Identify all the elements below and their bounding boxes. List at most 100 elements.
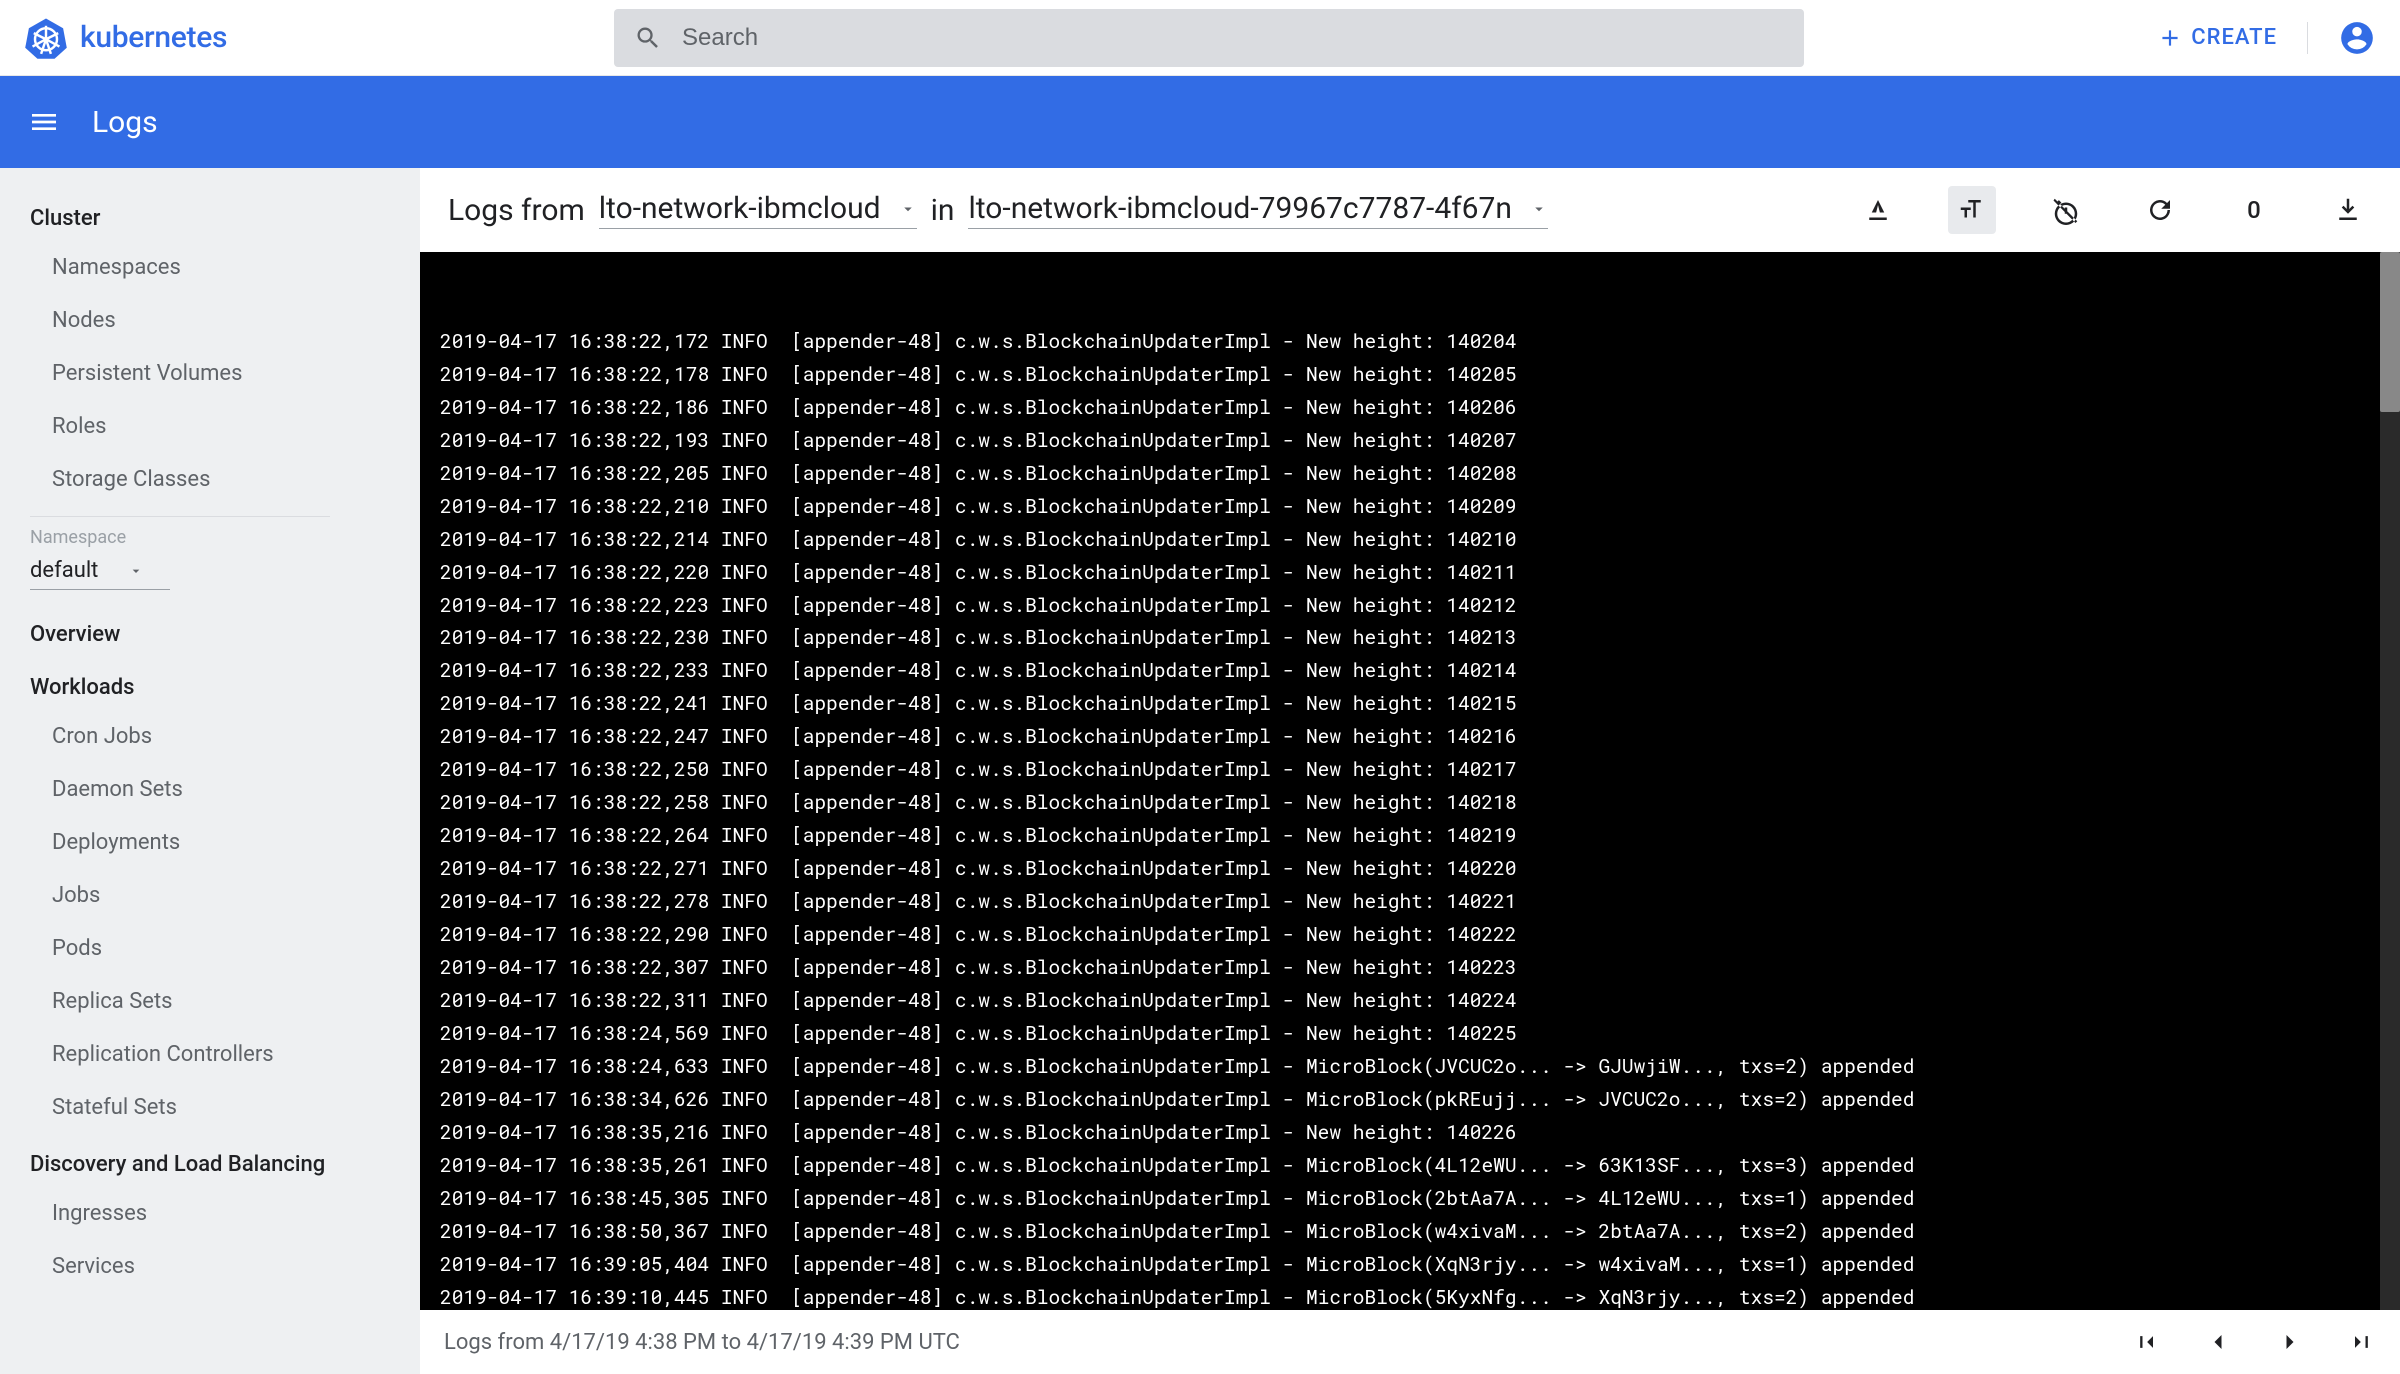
previous-count[interactable]: 0	[2230, 186, 2278, 234]
sidebar-item-daemon-sets[interactable]: Daemon Sets	[0, 763, 420, 816]
log-line: 2019-04-17 16:38:22,233 INFO [appender-4…	[440, 655, 2380, 688]
sidebar-item-nodes[interactable]: Nodes	[0, 294, 420, 347]
create-label: CREATE	[2191, 25, 2277, 50]
sidebar-item-services[interactable]: Services	[0, 1240, 420, 1293]
logs-from-label: Logs from	[448, 193, 585, 228]
log-line: 2019-04-17 16:38:24,633 INFO [appender-4…	[440, 1051, 2380, 1084]
log-line: 2019-04-17 16:38:22,258 INFO [appender-4…	[440, 787, 2380, 820]
container-value: lto-network-ibmcloud	[599, 191, 881, 226]
log-line: 2019-04-17 16:38:22,223 INFO [appender-4…	[440, 590, 2380, 623]
container-select[interactable]: lto-network-ibmcloud	[599, 191, 917, 229]
download-button[interactable]	[2324, 186, 2372, 234]
logs-footer: Logs from 4/17/19 4:38 PM to 4/17/19 4:3…	[420, 1310, 2400, 1374]
chevron-down-icon	[899, 200, 917, 218]
logs-toolbar: Logs from lto-network-ibmcloud in lto-ne…	[420, 168, 2400, 252]
log-line: 2019-04-17 16:38:24,569 INFO [appender-4…	[440, 1018, 2380, 1051]
time-range: Logs from 4/17/19 4:38 PM to 4/17/19 4:3…	[444, 1330, 960, 1355]
logs-in-label: in	[931, 193, 955, 228]
sidebar-overview[interactable]: Overview	[0, 604, 420, 657]
log-line: 2019-04-17 16:38:22,241 INFO [appender-4…	[440, 688, 2380, 721]
sidebar-item-stateful-sets[interactable]: Stateful Sets	[0, 1081, 420, 1134]
sidebar: Cluster NamespacesNodesPersistent Volume…	[0, 168, 420, 1374]
log-line: 2019-04-17 16:38:22,230 INFO [appender-4…	[440, 622, 2380, 655]
sidebar-item-replica-sets[interactable]: Replica Sets	[0, 975, 420, 1028]
underline	[30, 589, 170, 590]
font-size-button[interactable]	[1948, 186, 1996, 234]
next-page-button[interactable]	[2276, 1328, 2304, 1356]
sidebar-header-discovery[interactable]: Discovery and Load Balancing	[0, 1134, 420, 1187]
log-line: 2019-04-17 16:38:34,626 INFO [appender-4…	[440, 1084, 2380, 1117]
log-line: 2019-04-17 16:38:22,307 INFO [appender-4…	[440, 952, 2380, 985]
log-line: 2019-04-17 16:38:22,210 INFO [appender-4…	[440, 491, 2380, 524]
create-button[interactable]: CREATE	[2157, 25, 2277, 51]
log-line: 2019-04-17 16:38:22,311 INFO [appender-4…	[440, 985, 2380, 1018]
sidebar-item-roles[interactable]: Roles	[0, 400, 420, 453]
pod-select[interactable]: lto-network-ibmcloud-79967c7787-4f67n	[968, 191, 1547, 229]
sidebar-item-ingresses[interactable]: Ingresses	[0, 1187, 420, 1240]
prev-page-button[interactable]	[2204, 1328, 2232, 1356]
log-line: 2019-04-17 16:38:50,367 INFO [appender-4…	[440, 1216, 2380, 1249]
sidebar-header-cluster[interactable]: Cluster	[0, 188, 420, 241]
vertical-divider	[2307, 22, 2308, 54]
sidebar-item-namespaces[interactable]: Namespaces	[0, 241, 420, 294]
log-line: 2019-04-17 16:38:22,290 INFO [appender-4…	[440, 919, 2380, 952]
menu-icon[interactable]	[28, 106, 60, 138]
scrollbar-thumb[interactable]	[2380, 252, 2400, 412]
page-title: Logs	[92, 105, 158, 140]
log-line: 2019-04-17 16:38:22,193 INFO [appender-4…	[440, 425, 2380, 458]
sidebar-item-pods[interactable]: Pods	[0, 922, 420, 975]
log-line: 2019-04-17 16:38:22,220 INFO [appender-4…	[440, 557, 2380, 590]
namespace-label: Namespace	[0, 527, 420, 548]
divider	[30, 516, 330, 517]
namespace-value: default	[30, 558, 98, 583]
sidebar-item-deployments[interactable]: Deployments	[0, 816, 420, 869]
search-input[interactable]	[682, 24, 1784, 52]
search-icon	[634, 24, 662, 52]
namespace-select[interactable]: default	[0, 548, 420, 589]
log-line: 2019-04-17 16:39:05,404 INFO [appender-4…	[440, 1249, 2380, 1282]
account-icon[interactable]	[2338, 19, 2376, 57]
kubernetes-logo-icon	[24, 16, 68, 60]
log-line: 2019-04-17 16:39:10,445 INFO [appender-4…	[440, 1282, 2380, 1310]
last-page-button[interactable]	[2348, 1328, 2376, 1356]
brand[interactable]: kubernetes	[24, 16, 614, 60]
log-line: 2019-04-17 16:38:22,250 INFO [appender-4…	[440, 754, 2380, 787]
log-line: 2019-04-17 16:38:22,247 INFO [appender-4…	[440, 721, 2380, 754]
log-line: 2019-04-17 16:38:22,278 INFO [appender-4…	[440, 886, 2380, 919]
log-line: 2019-04-17 16:38:22,178 INFO [appender-4…	[440, 359, 2380, 392]
log-line: 2019-04-17 16:38:22,205 INFO [appender-4…	[440, 458, 2380, 491]
count-value: 0	[2247, 196, 2261, 224]
log-actions: 0	[1854, 186, 2372, 234]
log-viewer[interactable]: 2019-04-17 16:38:22,172 INFO [appender-4…	[420, 252, 2400, 1310]
log-line: 2019-04-17 16:38:45,305 INFO [appender-4…	[440, 1183, 2380, 1216]
first-page-button[interactable]	[2132, 1328, 2160, 1356]
search-box[interactable]	[614, 9, 1804, 67]
refresh-button[interactable]	[2136, 186, 2184, 234]
pod-value: lto-network-ibmcloud-79967c7787-4f67n	[968, 191, 1511, 226]
log-line: 2019-04-17 16:38:35,216 INFO [appender-4…	[440, 1117, 2380, 1150]
log-line: 2019-04-17 16:38:22,186 INFO [appender-4…	[440, 392, 2380, 425]
header-actions: CREATE	[2117, 19, 2376, 57]
sidebar-item-storage-classes[interactable]: Storage Classes	[0, 453, 420, 506]
log-line: 2019-04-17 16:38:22,172 INFO [appender-4…	[440, 326, 2380, 359]
scrollbar[interactable]	[2380, 252, 2400, 1310]
sidebar-header-workloads[interactable]: Workloads	[0, 657, 420, 710]
sidebar-item-persistent-volumes[interactable]: Persistent Volumes	[0, 347, 420, 400]
pagination	[2132, 1328, 2376, 1356]
log-line: 2019-04-17 16:38:22,264 INFO [appender-4…	[440, 820, 2380, 853]
toggle-timestamps-button[interactable]	[2042, 186, 2090, 234]
sidebar-item-replication-controllers[interactable]: Replication Controllers	[0, 1028, 420, 1081]
brand-name: kubernetes	[80, 20, 227, 55]
log-line: 2019-04-17 16:38:22,271 INFO [appender-4…	[440, 853, 2380, 886]
chevron-down-icon	[1530, 200, 1548, 218]
main: Logs from lto-network-ibmcloud in lto-ne…	[420, 168, 2400, 1374]
logs-card: Logs from lto-network-ibmcloud in lto-ne…	[420, 168, 2400, 1374]
toggle-color-button[interactable]	[1854, 186, 1902, 234]
log-line: 2019-04-17 16:38:35,261 INFO [appender-4…	[440, 1150, 2380, 1183]
sidebar-item-jobs[interactable]: Jobs	[0, 869, 420, 922]
plus-icon	[2157, 25, 2183, 51]
page-blue-bar: Logs	[0, 76, 2400, 168]
sidebar-item-cron-jobs[interactable]: Cron Jobs	[0, 710, 420, 763]
top-header: kubernetes CREATE	[0, 0, 2400, 76]
chevron-down-icon	[128, 563, 144, 579]
